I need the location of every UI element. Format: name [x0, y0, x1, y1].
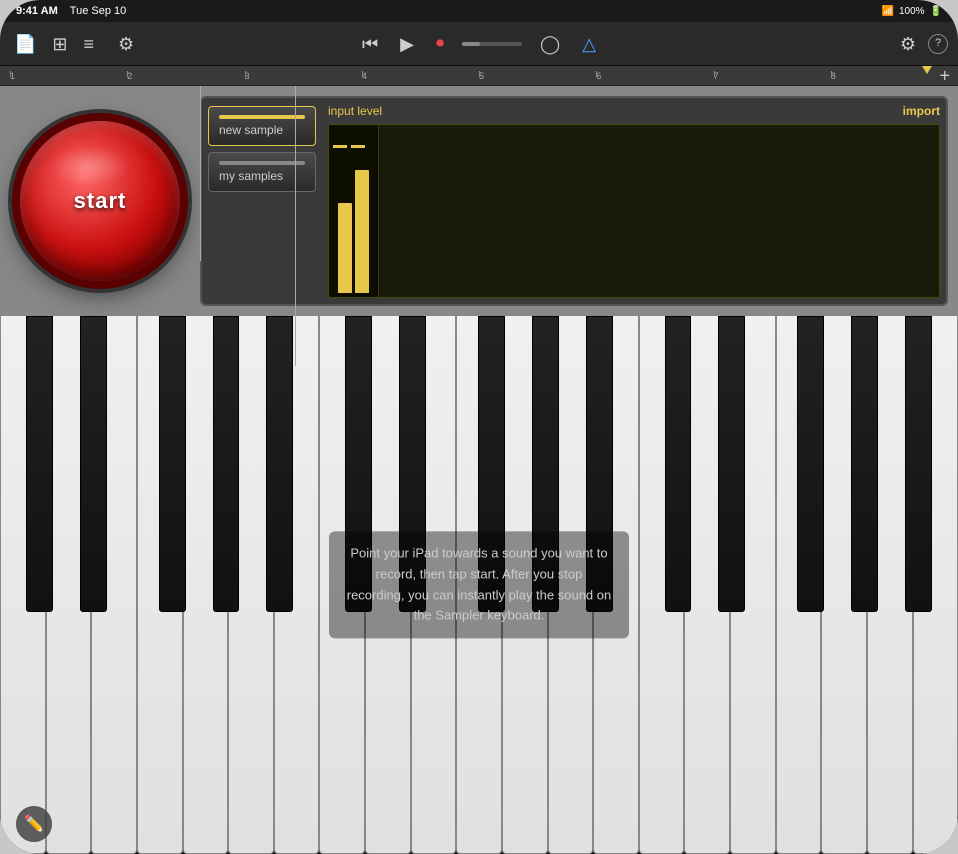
main-content: start new sample my samples	[0, 86, 958, 854]
input-display	[328, 124, 940, 298]
status-right: 📶 100% 🔋	[882, 6, 942, 17]
help-button[interactable]: ?	[928, 34, 948, 54]
metronome-button[interactable]: △	[578, 31, 600, 57]
import-button[interactable]: import	[903, 104, 940, 118]
input-section: input level import	[322, 98, 946, 304]
status-bar: 9:41 AM Tue Sep 10 📶 100% 🔋	[0, 0, 958, 22]
keyboard-section: Point your iPad towards a sound you want…	[0, 316, 958, 854]
playhead	[926, 66, 928, 85]
tracks-icon: ⊞	[52, 34, 67, 54]
instruction-text: Point your iPad towards a sound you want…	[347, 545, 612, 622]
toolbar: 📄 ⊞ ≡ ⚙ ⏮ ▶ ⏺ ◯ △ ⚙ ?	[0, 22, 958, 66]
ruler-mark-3: 3	[245, 71, 362, 81]
settings-button[interactable]: ⚙	[896, 31, 920, 57]
black-key-fs3[interactable]	[797, 316, 824, 612]
my-samples-indicator	[219, 161, 305, 165]
sample-buttons: new sample my samples	[202, 98, 322, 304]
sampler-area: start new sample my samples	[0, 86, 958, 316]
mixer-icon: ⚙	[118, 34, 134, 54]
black-key-fs[interactable]	[159, 316, 186, 612]
battery-icon: 🔋	[930, 6, 942, 17]
ruler-mark-2: 2	[127, 71, 244, 81]
ruler-mark-6: 6	[596, 71, 713, 81]
rewind-button[interactable]: ⏮	[358, 31, 382, 57]
status-time: 9:41 AM	[16, 5, 58, 17]
my-samples-button[interactable]: my samples	[208, 152, 316, 192]
keyboard-container: Point your iPad towards a sound you want…	[0, 316, 958, 854]
ruler-mark-5: 5	[479, 71, 596, 81]
new-sample-button[interactable]: new sample	[208, 106, 316, 146]
play-button[interactable]: ▶	[396, 31, 418, 57]
vu-bar-2	[355, 170, 369, 293]
vu-bars	[333, 129, 374, 293]
vu-peak-2	[351, 145, 365, 148]
start-button[interactable]: start	[20, 121, 180, 281]
ruler-marks: 1 2 3 4 5 6 7 8	[10, 71, 948, 81]
black-key-as3[interactable]	[905, 316, 932, 612]
new-sample-indicator	[219, 115, 305, 119]
battery-label: 100%	[899, 6, 925, 17]
ruler-mark-4: 4	[362, 71, 479, 81]
black-key-ds3[interactable]	[718, 316, 745, 612]
ruler-mark-7: 7	[714, 71, 831, 81]
list-icon: ≡	[84, 34, 95, 54]
status-date: Tue Sep 10	[70, 5, 126, 17]
black-key-cs3[interactable]	[665, 316, 692, 612]
new-sample-label: new sample	[219, 123, 283, 137]
vu-bar-1	[338, 203, 352, 293]
black-key-gs3[interactable]	[851, 316, 878, 612]
waveform-area	[385, 125, 939, 297]
toolbar-right: ⚙ ?	[896, 31, 948, 57]
toolbar-center: ⏮ ▶ ⏺ ◯ △	[358, 31, 600, 57]
new-song-icon: 📄	[14, 34, 36, 54]
add-track-button[interactable]: +	[939, 66, 950, 86]
input-header: input level import	[328, 104, 940, 118]
list-button[interactable]: ≡	[80, 31, 99, 57]
black-key-cs[interactable]	[26, 316, 53, 612]
input-level-label: input level	[328, 104, 382, 118]
ipad-frame: 9:41 AM Tue Sep 10 📶 100% 🔋 📄 ⊞ ≡ ⚙ ⏮	[0, 0, 958, 854]
pencil-icon: ✏️	[24, 814, 44, 834]
instruction-overlay: Point your iPad towards a sound you want…	[329, 531, 629, 638]
sampler-panel: new sample my samples input level import	[200, 96, 948, 306]
black-key-as[interactable]	[266, 316, 293, 612]
playhead-triangle	[922, 66, 932, 74]
pencil-button[interactable]: ✏️	[16, 806, 52, 842]
ruler: 1 2 3 4 5 6 7 8 +	[0, 66, 958, 86]
black-key-gs[interactable]	[213, 316, 240, 612]
tracks-button[interactable]: ⊞	[48, 31, 71, 57]
record-button[interactable]: ⏺	[432, 32, 448, 56]
my-samples-label: my samples	[219, 169, 283, 183]
mixer-button[interactable]: ⚙	[114, 31, 138, 57]
master-button[interactable]: ◯	[536, 31, 564, 57]
vu-meter	[329, 125, 379, 297]
vu-peak	[333, 145, 347, 148]
start-button-label: start	[74, 188, 127, 214]
black-key-ds[interactable]	[80, 316, 107, 612]
ruler-mark-1: 1	[10, 71, 127, 81]
new-song-button[interactable]: 📄	[10, 31, 40, 57]
start-button-wrap: start	[10, 111, 190, 291]
wifi-icon: 📶	[882, 6, 894, 17]
